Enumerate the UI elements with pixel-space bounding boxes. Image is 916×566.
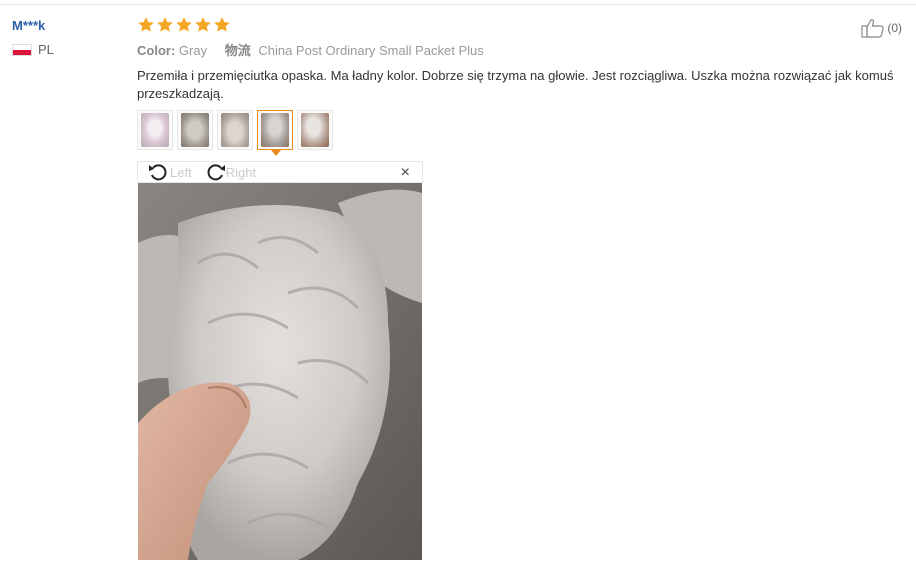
photo-thumbnail[interactable] <box>297 110 333 150</box>
country-code: PL <box>38 42 54 57</box>
reviewer-country: PL <box>12 42 122 57</box>
photo-thumbnail[interactable] <box>177 110 213 150</box>
headband-photo <box>138 183 422 560</box>
color-attr-value: Gray <box>178 43 208 58</box>
star-icon <box>176 17 192 32</box>
photo-thumbnail-active[interactable] <box>257 110 293 156</box>
thumbnail-image <box>261 113 289 147</box>
rotate-left-button[interactable]: Left <box>148 162 192 182</box>
star-icon <box>214 17 230 32</box>
star-icon <box>138 17 154 32</box>
helpful-count: (0) <box>887 21 902 35</box>
reviewer-info: M***k PL <box>12 18 122 57</box>
star-rating <box>137 16 897 34</box>
rotate-right-button[interactable]: Right <box>204 162 256 182</box>
review-body: Color: Gray 物流 China Post Ordinary Small… <box>137 16 897 103</box>
photo-thumbnail[interactable] <box>137 110 173 150</box>
reviewer-name[interactable]: M***k <box>12 18 122 33</box>
thumbnail-image <box>181 113 209 147</box>
rotate-right-label: Right <box>225 164 257 180</box>
rotate-left-label: Left <box>170 164 192 180</box>
thumbs-up-icon <box>861 19 885 38</box>
top-divider <box>0 4 916 5</box>
close-viewer-button[interactable]: × <box>401 164 410 182</box>
thumbnail-image <box>221 113 249 147</box>
image-viewer-toolbar: Left Right × <box>137 161 423 183</box>
rotate-left-icon <box>149 164 167 181</box>
thumbnail-image <box>141 113 169 147</box>
star-icon <box>195 17 211 32</box>
shipping-attr-value: China Post Ordinary Small Packet Plus <box>258 43 484 58</box>
poland-flag-icon <box>12 43 32 56</box>
order-attributes: Color: Gray 物流 China Post Ordinary Small… <box>137 40 897 59</box>
review-photo-thumbnails <box>137 110 333 156</box>
review-photo-large <box>138 183 422 560</box>
helpful-button[interactable]: (0) <box>861 18 902 38</box>
thumbnail-image <box>301 113 329 147</box>
star-icon <box>157 17 173 32</box>
color-attr-label: Color: <box>137 43 176 58</box>
photo-thumbnail[interactable] <box>217 110 253 150</box>
shipping-attr-label: 物流 <box>224 43 251 58</box>
rotate-right-icon <box>207 164 225 181</box>
review-text: Przemiła i przemięciutka opaska. Ma ładn… <box>137 68 894 101</box>
